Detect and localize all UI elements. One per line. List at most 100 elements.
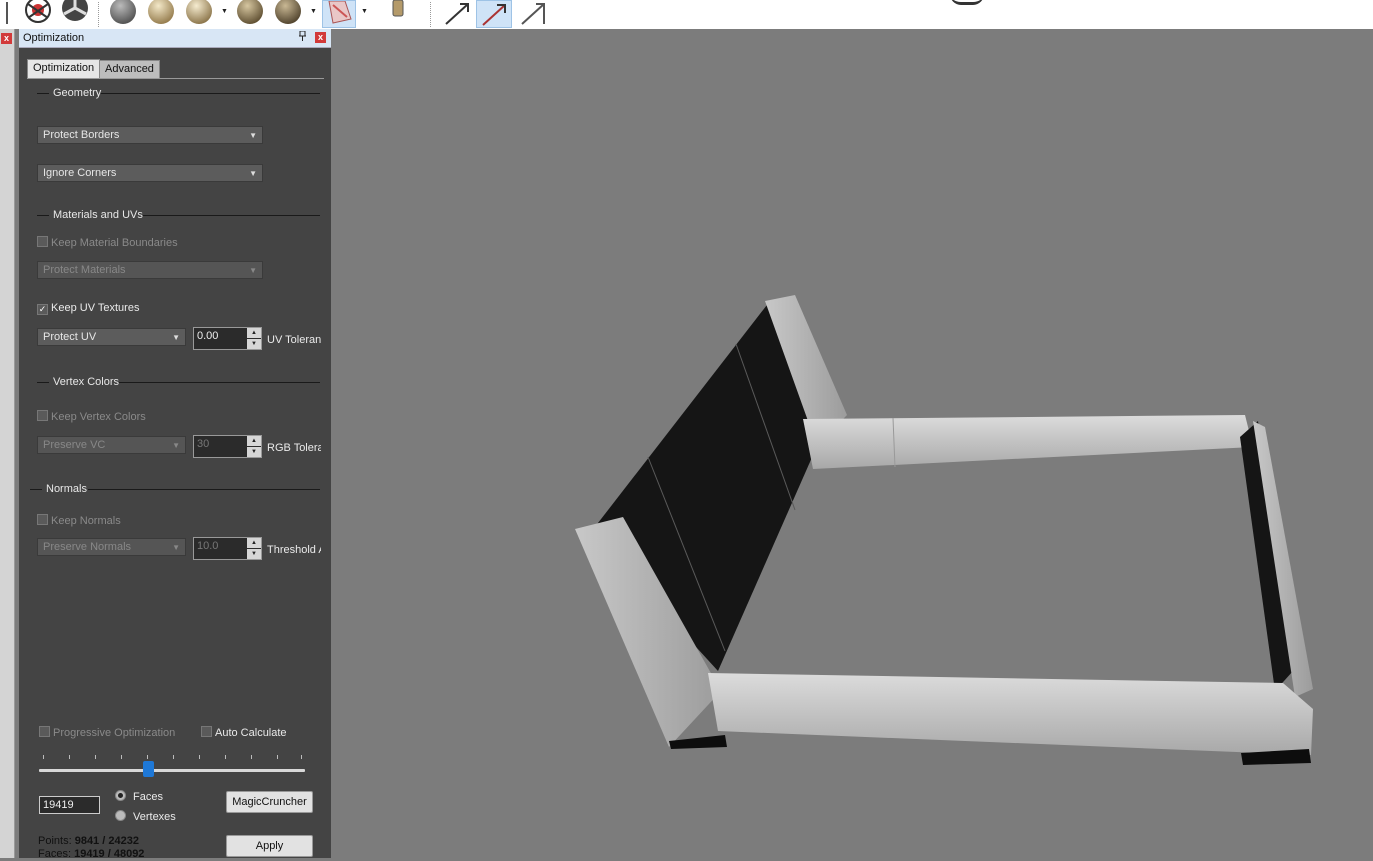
close-icon[interactable]: x [1, 33, 12, 44]
preserve-normals-dropdown[interactable]: Preserve Normals ▼ [37, 538, 186, 556]
slider-tick [251, 755, 252, 759]
panel-title-bar: Optimization x [19, 29, 331, 48]
chevron-down-icon: ▼ [172, 543, 180, 552]
group-line [37, 93, 49, 94]
keep-normals-checkbox[interactable]: Keep Normals [37, 514, 121, 527]
vertexes-radio[interactable]: Vertexes [115, 810, 176, 823]
slider-tick [199, 755, 200, 759]
slider-tick [43, 755, 44, 759]
3d-viewport[interactable] [333, 29, 1373, 858]
material-ball-icon[interactable] [275, 0, 301, 24]
magiccruncher-button[interactable]: MagicCruncher [226, 791, 313, 813]
viewport-diagonal-icon [445, 3, 469, 25]
auto-calculate-checkbox[interactable]: Auto Calculate [201, 726, 287, 739]
toolbar-plugin-button[interactable] [383, 0, 413, 27]
keep-vertex-colors-checkbox[interactable]: Keep Vertex Colors [37, 410, 146, 423]
material-ball-icon[interactable] [148, 0, 174, 24]
checkbox-box [37, 236, 48, 247]
borders-dropdown[interactable]: Protect Borders ▼ [37, 126, 263, 144]
spinner-down-icon[interactable]: ▼ [247, 549, 261, 559]
main-toolbar: ▼ ▼ ▼ [0, 0, 1373, 29]
slider-tick [173, 755, 174, 759]
checkbox-label: Auto Calculate [215, 727, 287, 739]
checkbox-label: Keep Vertex Colors [51, 411, 146, 423]
checker-texture-icon [328, 0, 352, 24]
checkbox-box [39, 726, 50, 737]
group-line [37, 215, 49, 216]
points-value: 9841 / 24232 [74, 835, 139, 847]
group-header: Normals [46, 483, 87, 495]
threshold-spinner[interactable]: 10.0 ▲ ▼ [193, 537, 262, 560]
partial-logo-icon [950, 0, 984, 5]
checkbox-box [37, 410, 48, 421]
material-ball-icon[interactable] [186, 0, 212, 24]
viewport-diagonal-icon [521, 3, 545, 25]
radio-dot [115, 790, 126, 801]
toolbar-texture-button[interactable] [322, 0, 356, 28]
uv-tolerance-value: 0.00 [197, 330, 219, 342]
slider-tick [225, 755, 226, 759]
spinner-down-icon[interactable]: ▼ [247, 447, 261, 457]
material-ball-icon[interactable] [237, 0, 263, 24]
protect-materials-dropdown[interactable]: Protect Materials ▼ [37, 261, 263, 279]
points-stat: Points: 9841 / 24232 [38, 835, 139, 847]
material-ball-icon[interactable] [110, 0, 136, 24]
protect-uv-dropdown[interactable]: Protect UV ▼ [37, 328, 186, 346]
faces-radio[interactable]: Faces [115, 790, 163, 803]
toolbar-partial-button[interactable] [0, 0, 18, 27]
checkbox-label: Keep UV Textures [51, 302, 140, 314]
slider-tick [301, 755, 302, 759]
slider-track[interactable] [39, 769, 305, 772]
toolbar-viewport-button[interactable] [440, 0, 474, 27]
spinner-up-icon[interactable]: ▲ [247, 538, 261, 548]
slider-thumb[interactable] [142, 761, 154, 777]
preserve-vc-value: Preserve VC [43, 439, 106, 451]
spinner-up-icon[interactable]: ▲ [247, 436, 261, 446]
preserve-vc-dropdown[interactable]: Preserve VC ▼ [37, 436, 186, 454]
uv-tolerance-label: UV Toleranc [267, 334, 321, 346]
group-line [101, 93, 320, 94]
toolbar-render-frame-button[interactable] [58, 0, 92, 27]
uv-tolerance-spinner[interactable]: 0.00 ▲ ▼ [193, 327, 262, 350]
chevron-down-icon: ▼ [249, 266, 257, 275]
toolbar-viewport-button-active[interactable] [476, 0, 512, 28]
spinner-down-icon[interactable]: ▼ [247, 339, 261, 349]
corners-dropdown[interactable]: Ignore Corners ▼ [37, 164, 263, 182]
pin-icon[interactable] [298, 30, 307, 44]
group-line [143, 215, 320, 216]
spinner-up-icon[interactable]: ▲ [247, 328, 261, 338]
unknown-icon [6, 2, 8, 24]
toolbar-render-setup-button[interactable] [22, 0, 54, 27]
rgb-tolerance-label: RGB Tolera [267, 442, 321, 454]
progressive-optimization-checkbox[interactable]: Progressive Optimization [39, 726, 175, 739]
points-label: Points: [38, 835, 72, 847]
checkbox-box [37, 514, 48, 525]
chevron-down-icon[interactable]: ▼ [310, 8, 317, 15]
viewport-diagonal-red-icon [482, 4, 506, 26]
keep-uv-textures-checkbox[interactable]: ✓ Keep UV Textures [37, 302, 139, 315]
checkbox-label: Keep Normals [51, 515, 121, 527]
keep-material-boundaries-checkbox[interactable]: Keep Material Boundaries [37, 236, 178, 249]
chevron-down-icon[interactable]: ▼ [221, 8, 228, 15]
group-line [30, 489, 42, 490]
toolbar-separator [98, 2, 100, 27]
close-icon[interactable]: x [315, 32, 326, 43]
faces-label: Faces: [38, 848, 72, 860]
rgb-tolerance-spinner[interactable]: 30 ▲ ▼ [193, 435, 262, 458]
toolbar-viewport-button[interactable] [516, 0, 550, 27]
apply-button[interactable]: Apply [226, 835, 313, 857]
group-line [88, 489, 320, 490]
threshold-value: 10.0 [197, 540, 219, 552]
tab-optimization[interactable]: Optimization [27, 59, 101, 78]
render-setup-icon [25, 0, 51, 23]
chevron-down-icon: ▼ [172, 441, 180, 450]
group-line [37, 382, 49, 383]
threshold-label: Threshold A [267, 544, 321, 556]
checkbox-label: Progressive Optimization [53, 727, 176, 739]
tab-advanced[interactable]: Advanced [99, 60, 160, 78]
face-count-input[interactable]: 19419 [39, 796, 100, 814]
tab-divider [27, 78, 324, 79]
preserve-normals-value: Preserve Normals [43, 541, 132, 553]
chevron-down-icon[interactable]: ▼ [361, 8, 368, 15]
radio-dot [115, 810, 126, 821]
